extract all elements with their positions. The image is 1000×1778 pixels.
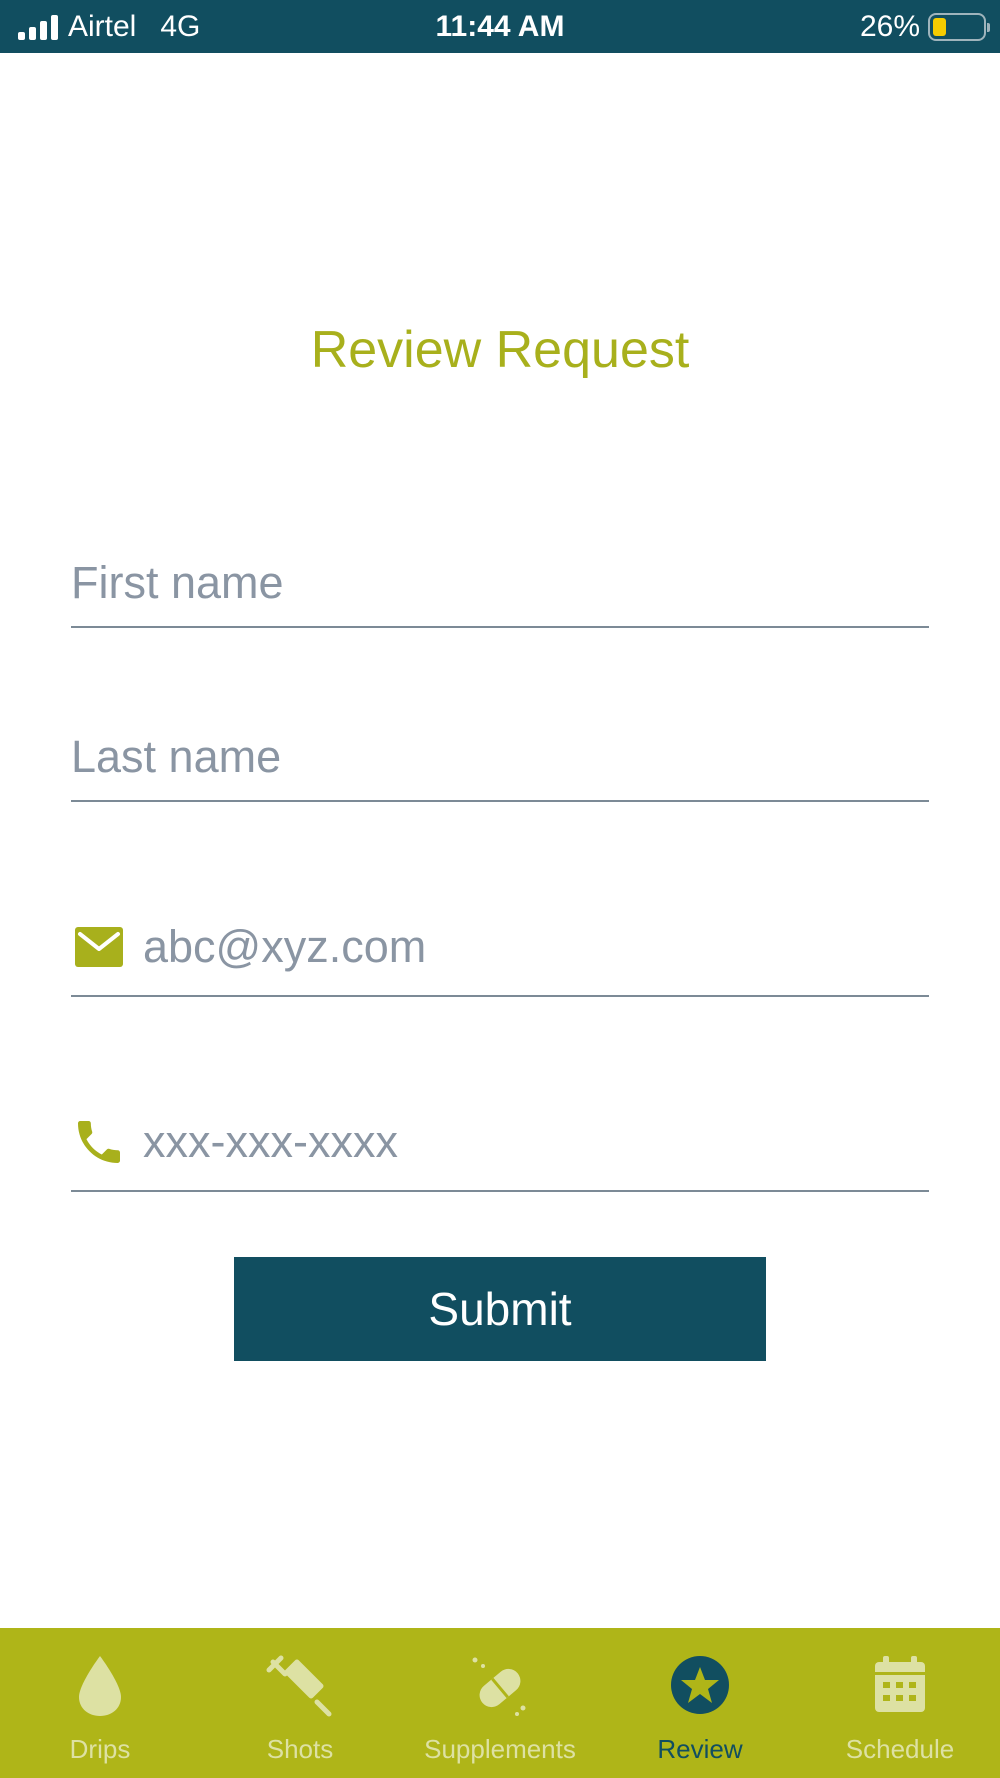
last-name-input[interactable] <box>71 721 929 792</box>
tab-review[interactable]: Review <box>600 1628 800 1778</box>
page-title: Review Request <box>310 321 690 379</box>
submit-button[interactable]: Submit <box>234 1257 766 1361</box>
email-input[interactable] <box>143 911 929 982</box>
pill-icon <box>472 1657 526 1716</box>
battery-icon <box>928 12 990 41</box>
status-left: Airtel 4G <box>18 0 200 53</box>
drop-icon <box>79 1656 121 1716</box>
first-name-field <box>71 540 929 628</box>
star-icon <box>671 1656 729 1714</box>
envelope-icon <box>75 926 123 967</box>
network-type: 4G <box>160 9 201 43</box>
first-name-input[interactable] <box>71 548 929 618</box>
battery-level <box>933 17 946 36</box>
email-field <box>71 898 929 997</box>
tab-label: Supplements <box>424 1734 576 1764</box>
tab-label: Schedule <box>845 1734 955 1764</box>
tab-drips[interactable]: Drips <box>0 1628 200 1778</box>
phone-field <box>71 1093 929 1192</box>
tab-label: Shots <box>266 1734 334 1764</box>
phone-icon <box>78 1120 120 1163</box>
review-request-screen: Airtel 4G 11:44 AM 26% Review Request Su… <box>0 0 1000 1778</box>
signal-strength-icon <box>18 14 58 40</box>
status-bar: Airtel 4G 11:44 AM 26% <box>0 0 1000 53</box>
carrier-name: Airtel <box>68 9 137 43</box>
calendar-icon <box>875 1656 925 1712</box>
tab-label: Drips <box>69 1734 131 1764</box>
tab-bar: Drips Shots Supplements Review Schedule <box>0 1628 1000 1778</box>
syringe-icon <box>266 1655 332 1717</box>
phone-input[interactable] <box>143 1106 929 1177</box>
battery-percent: 26% <box>859 9 920 43</box>
tab-schedule[interactable]: Schedule <box>800 1628 1000 1778</box>
tab-label: Review <box>657 1734 743 1764</box>
tab-supplements[interactable]: Supplements <box>400 1628 600 1778</box>
tab-shots[interactable]: Shots <box>200 1628 400 1778</box>
last-name-field <box>71 713 929 802</box>
status-right: 26% <box>859 0 990 53</box>
